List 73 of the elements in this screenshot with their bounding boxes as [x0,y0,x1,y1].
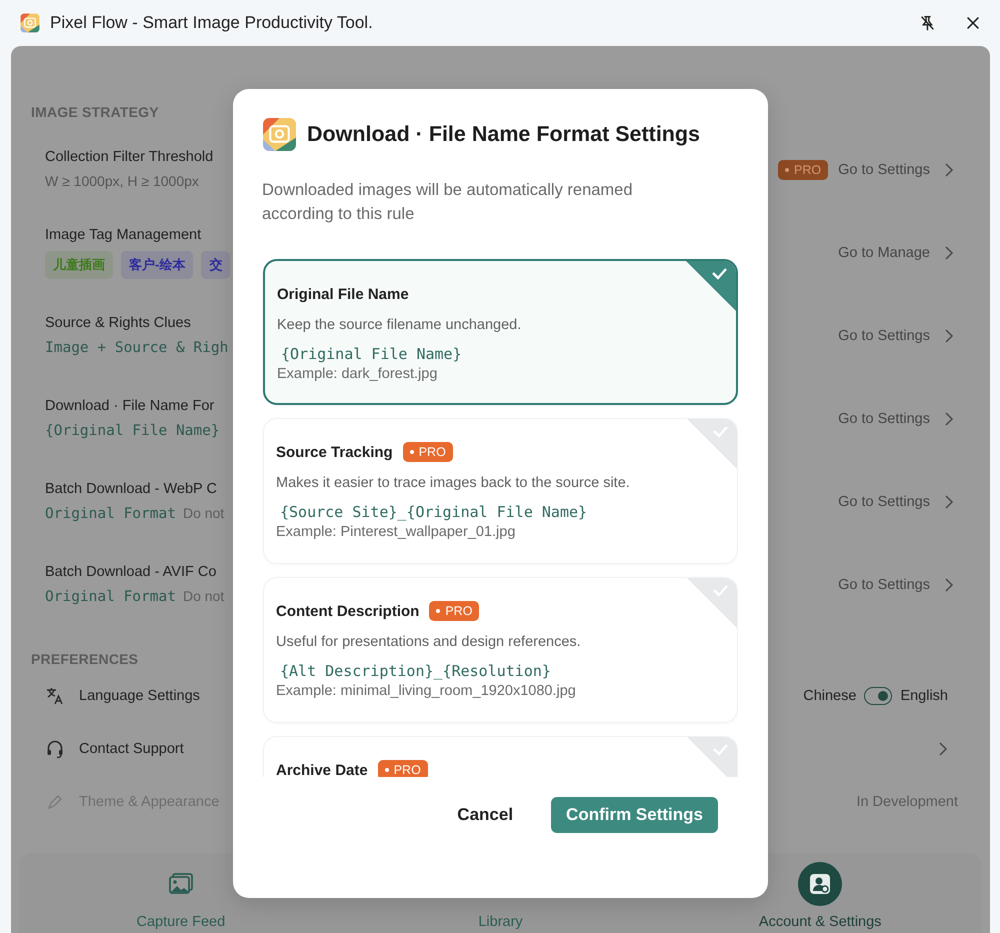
nav-tab[interactable]: Account & Settings [660,856,980,933]
setting-note: Do not [182,504,224,520]
setting-value: W ≥ 1000px, H ≥ 1000px [45,172,199,188]
toggle-label: Chinese [803,688,856,704]
setting-title: Batch Download - AVIF Co [45,564,218,580]
format-pattern: {Original File Name} [280,345,463,363]
preference-label: Contact Support [79,740,184,756]
option-title: Original File Name [277,286,409,302]
translate-icon [45,686,65,706]
confirm-button[interactable]: Confirm Settings [551,797,718,833]
setting-title: Batch Download - WebP C [45,480,218,496]
option-card[interactable]: Original File Name Keep the source filename unchanged. {Original File Name} Example: dark_forest.jpg [263,259,738,405]
option-description: Keep the source filename unchanged. [277,317,522,333]
headset-icon [45,738,65,758]
unpin-icon[interactable] [918,14,936,32]
pro-badge: PRO [778,160,828,180]
settings-link[interactable]: Go to Settings [838,162,930,178]
chevron-right-icon[interactable] [938,740,948,756]
example-text: Example: Pinterest_wallpaper_01.jpg [276,524,516,540]
tag: 交 [201,250,230,278]
settings-link[interactable]: Go to Settings [838,410,930,426]
chevron-right-icon[interactable] [944,162,954,178]
settings-link[interactable]: Go to Settings [838,328,930,344]
window-title: Pixel Flow - Smart Image Productivity Tool. [50,13,374,33]
example-text: Example: dark_forest.jpg [277,366,438,382]
setting-value: {Original File Name} [45,422,220,438]
tag: 客户-绘本 [121,250,194,278]
setting-title: Collection Filter Threshold [45,148,214,164]
option-title: Archive Date [276,762,368,777]
chevron-right-icon[interactable] [944,494,954,510]
format-pattern: {Source Site}_{Original File Name} [279,503,588,521]
option-card[interactable]: Content Description PRO Useful for presentations and design references. {Alt Description}_{Resolution} Example: minimal_living_room_1920x1080.jpg [263,577,738,723]
app-logo-icon [20,13,40,33]
tag: 儿童插画 [45,250,113,278]
example-text: Example: minimal_living_room_1920x1080.jpg [276,683,577,699]
section-heading: IMAGE STRATEGY [30,104,160,120]
chevron-right-icon[interactable] [944,244,954,260]
option-description: Useful for presentations and design references. [276,634,582,650]
dialog-description: Downloaded images will be automatically renamed according to this rule [262,180,634,225]
setting-title: Download · File Name For [45,398,216,414]
option-title: Source Tracking [276,444,393,460]
setting-title: Source & Rights Clues [45,314,192,330]
language-switch[interactable] [864,686,892,704]
format-pattern: {Alt Description}_{Resolution} [279,662,552,680]
pro-badge: PRO [402,442,453,462]
setting-note: Do not [182,588,224,604]
section-heading: PREFERENCES [30,651,140,667]
chevron-right-icon[interactable] [944,410,954,426]
pro-badge: PRO [378,760,428,777]
option-title: Content Description [276,602,420,620]
close-icon[interactable] [964,14,982,32]
status-label: In Development [856,794,958,810]
settings-link[interactable]: Go to Manage [838,244,930,260]
dialog-title: Download · File Name Format Settings [307,122,700,147]
preference-label: Language Settings [79,688,200,704]
setting-value: Original Format [45,506,176,522]
setting-title: Image Tag Management [45,226,202,242]
nav-tab[interactable]: Capture Feed [21,856,341,933]
toggle-label: English [900,688,948,704]
settings-link[interactable]: Go to Settings [838,494,930,510]
app-logo-icon [262,117,297,152]
chevron-right-icon[interactable] [944,328,954,344]
account-settings-icon [809,873,832,895]
pro-badge: PRO [429,601,480,621]
setting-value: Image + Source & Righ [45,340,228,356]
images-icon [168,872,194,896]
cancel-button[interactable]: Cancel [443,797,528,833]
chevron-right-icon[interactable] [944,576,954,592]
option-card[interactable]: Source Tracking PRO Makes it easier to trace images back to the source site. {Source Site}_{Original File Name} Example: Pinterest_wallpaper_01.jpg [263,418,738,564]
option-description: Makes it easier to trace images back to the source site. [276,475,631,491]
setting-value: Original Format [45,588,176,604]
check-corner-icon [686,261,736,311]
settings-link[interactable]: Go to Settings [838,576,930,592]
